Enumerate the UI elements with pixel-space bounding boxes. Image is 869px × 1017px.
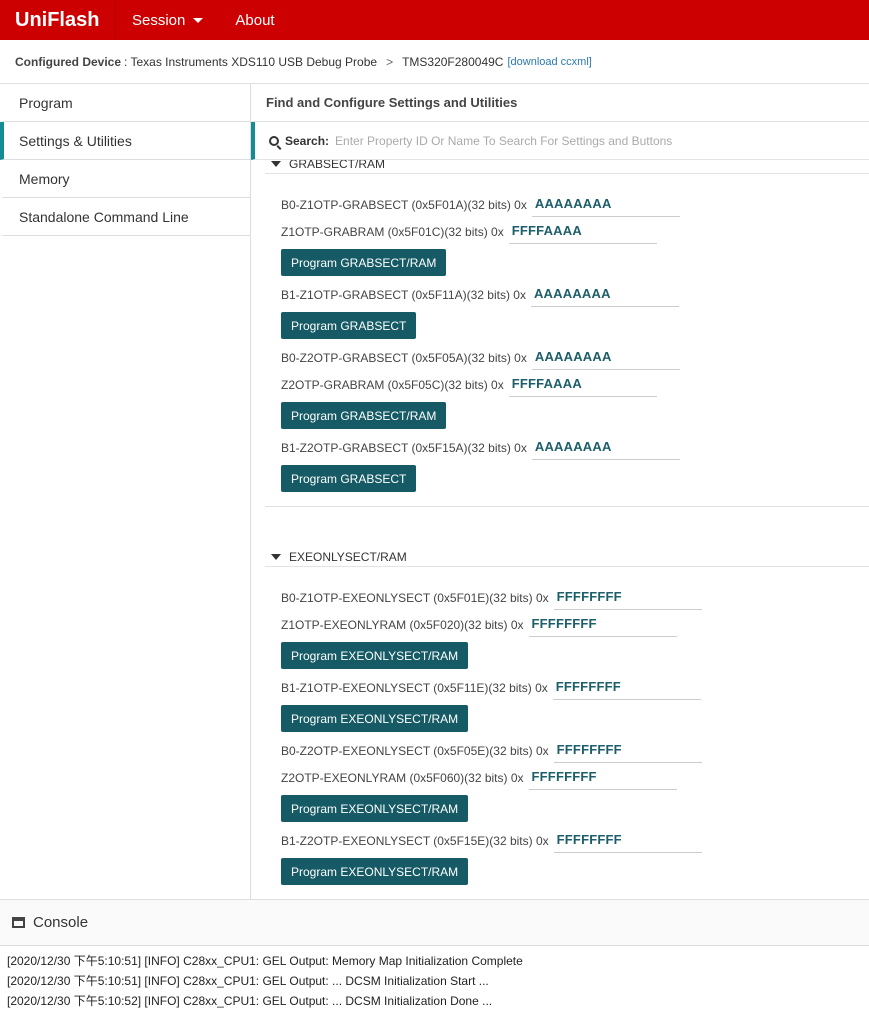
section-divider (265, 506, 869, 507)
program-grabsect-ram-button[interactable]: Program GRABSECT/RAM (281, 402, 447, 429)
field-value-input[interactable]: FFFFFFFF (553, 589, 702, 610)
program-grabsect-ram-button[interactable]: Program GRABSECT/RAM (281, 249, 447, 276)
session-menu-label: Session (132, 11, 186, 29)
console-line: [2020/12/30 下午5:10:52] [INFO] C28xx_CPU1… (7, 994, 493, 1008)
console-line: [2020/12/30 下午5:10:51] [INFO] C28xx_CPU1… (7, 954, 523, 968)
search-label: Search: (285, 133, 330, 148)
field-b1-z2otp-exeonlysect: B1-Z2OTP-EXEONLYSECT (0x5F15E)(32 bits) … (281, 827, 702, 853)
field-b0-z2otp-exeonlysect: B0-Z2OTP-EXEONLYSECT (0x5F05E)(32 bits) … (281, 737, 702, 763)
program-grabsect-button[interactable]: Program GRABSECT (281, 465, 417, 492)
console-line: [2020/12/30 下午5:10:51] [INFO] C28xx_CPU1… (7, 974, 489, 988)
breadcrumb: Configured Device : Texas Instruments XD… (0, 40, 869, 84)
program-exeonlysect-ram-button[interactable]: Program EXEONLYSECT/RAM (281, 858, 469, 885)
caret-down-icon (271, 553, 281, 560)
section-header-exeonlysect[interactable]: EXEONLYSECT/RAM (265, 547, 869, 567)
field-value-input[interactable]: FFFFFFFF (552, 679, 701, 700)
probe-name: : Texas Instruments XDS110 USB Debug Pro… (124, 54, 378, 69)
app-logo[interactable]: UniFlash (0, 0, 116, 40)
field-label: B0-Z1OTP-EXEONLYSECT (0x5F01E)(32 bits) … (281, 591, 549, 605)
field-label: B1-Z2OTP-GRABSECT (0x5F15A)(32 bits) 0x (281, 441, 527, 455)
device-name: TMS320F280049C (402, 54, 504, 69)
program-grabsect-button[interactable]: Program GRABSECT (281, 312, 417, 339)
field-b1-z1otp-grabsect: B1-Z1OTP-GRABSECT (0x5F11A)(32 bits) 0x … (281, 281, 679, 307)
section-title: EXEONLYSECT/RAM (289, 549, 407, 564)
console-window-icon (12, 917, 25, 928)
main-panel: Find and Configure Settings and Utilitie… (251, 84, 869, 899)
field-value-input[interactable]: FFFFFFFF (528, 616, 677, 637)
search-bar: Search: (251, 122, 869, 160)
field-value-input[interactable]: FFFFFFFF (553, 742, 702, 763)
field-value-input[interactable]: AAAAAAAA (531, 439, 680, 460)
caret-down-icon (271, 160, 281, 167)
field-value-input[interactable]: AAAAAAAA (531, 349, 680, 370)
console-output: [2020/12/30 下午5:10:51] [INFO] C28xx_CPU1… (0, 946, 869, 1017)
field-b0-z2otp-grabsect: B0-Z2OTP-GRABSECT (0x5F05A)(32 bits) 0x … (281, 344, 680, 370)
session-menu[interactable]: Session (116, 0, 219, 40)
sidebar-item-settings-utilities[interactable]: Settings & Utilities (0, 122, 250, 160)
field-label: B1-Z2OTP-EXEONLYSECT (0x5F15E)(32 bits) … (281, 834, 549, 848)
field-label: Z2OTP-GRABRAM (0x5F05C)(32 bits) 0x (281, 378, 504, 392)
field-value-input[interactable]: AAAAAAAA (531, 196, 680, 217)
field-z2otp-exeonlyram: Z2OTP-EXEONLYRAM (0x5F060)(32 bits) 0x F… (281, 764, 677, 790)
field-b1-z1otp-exeonlysect: B1-Z1OTP-EXEONLYSECT (0x5F11E)(32 bits) … (281, 674, 701, 700)
search-input[interactable] (335, 133, 796, 148)
field-label: Z2OTP-EXEONLYRAM (0x5F060)(32 bits) 0x (281, 771, 524, 785)
field-b0-z1otp-exeonlysect: B0-Z1OTP-EXEONLYSECT (0x5F01E)(32 bits) … (281, 584, 702, 610)
field-z2otp-grabram: Z2OTP-GRABRAM (0x5F05C)(32 bits) 0x FFFF… (281, 371, 657, 397)
field-value-input[interactable]: FFFFFFFF (528, 769, 677, 790)
program-exeonlysect-ram-button[interactable]: Program EXEONLYSECT/RAM (281, 795, 469, 822)
top-navbar: UniFlash Session About (0, 0, 869, 40)
chevron-right-icon: > (386, 54, 394, 69)
sidebar-item-memory[interactable]: Memory (0, 160, 250, 198)
about-menu[interactable]: About (219, 0, 290, 40)
program-exeonlysect-ram-button[interactable]: Program EXEONLYSECT/RAM (281, 642, 469, 669)
field-label: B0-Z2OTP-EXEONLYSECT (0x5F05E)(32 bits) … (281, 744, 549, 758)
search-icon (269, 135, 279, 146)
field-value-input[interactable]: FFFFAAAA (508, 376, 657, 397)
sidebar-item-program[interactable]: Program (0, 84, 250, 122)
console-title: Console (33, 914, 89, 931)
field-value-input[interactable]: AAAAAAAA (530, 286, 679, 307)
field-value-input[interactable]: FFFFAAAA (508, 223, 657, 244)
chevron-down-icon (193, 17, 204, 23)
field-label: Z1OTP-EXEONLYRAM (0x5F020)(32 bits) 0x (281, 618, 524, 632)
settings-content[interactable]: GRABSECT/RAM B0-Z1OTP-GRABSECT (0x5F01A)… (251, 160, 869, 899)
field-b0-z1otp-grabsect: B0-Z1OTP-GRABSECT (0x5F01A)(32 bits) 0x … (281, 191, 680, 217)
section-header-grabsect[interactable]: GRABSECT/RAM (265, 160, 869, 174)
section-title: GRABSECT/RAM (289, 160, 386, 171)
field-label: Z1OTP-GRABRAM (0x5F01C)(32 bits) 0x (281, 225, 504, 239)
field-b1-z2otp-grabsect: B1-Z2OTP-GRABSECT (0x5F15A)(32 bits) 0x … (281, 434, 680, 460)
field-z1otp-exeonlyram: Z1OTP-EXEONLYRAM (0x5F020)(32 bits) 0x F… (281, 611, 677, 637)
program-exeonlysect-ram-button[interactable]: Program EXEONLYSECT/RAM (281, 705, 469, 732)
field-value-input[interactable]: FFFFFFFF (553, 832, 702, 853)
sidebar-item-standalone-command-line[interactable]: Standalone Command Line (0, 198, 250, 236)
field-label: B0-Z1OTP-GRABSECT (0x5F01A)(32 bits) 0x (281, 198, 527, 212)
field-label: B1-Z1OTP-EXEONLYSECT (0x5F11E)(32 bits) … (281, 681, 548, 695)
field-label: B0-Z2OTP-GRABSECT (0x5F05A)(32 bits) 0x (281, 351, 527, 365)
page-title: Find and Configure Settings and Utilitie… (251, 84, 869, 122)
console-header[interactable]: Console (0, 899, 869, 946)
field-z1otp-grabram: Z1OTP-GRABRAM (0x5F01C)(32 bits) 0x FFFF… (281, 218, 657, 244)
sidebar: Program Settings & Utilities Memory Stan… (0, 84, 251, 899)
download-ccxml-link[interactable]: [download ccxml] (507, 56, 591, 68)
field-label: B1-Z1OTP-GRABSECT (0x5F11A)(32 bits) 0x (281, 288, 526, 302)
configured-device-label: Configured Device (15, 54, 122, 69)
